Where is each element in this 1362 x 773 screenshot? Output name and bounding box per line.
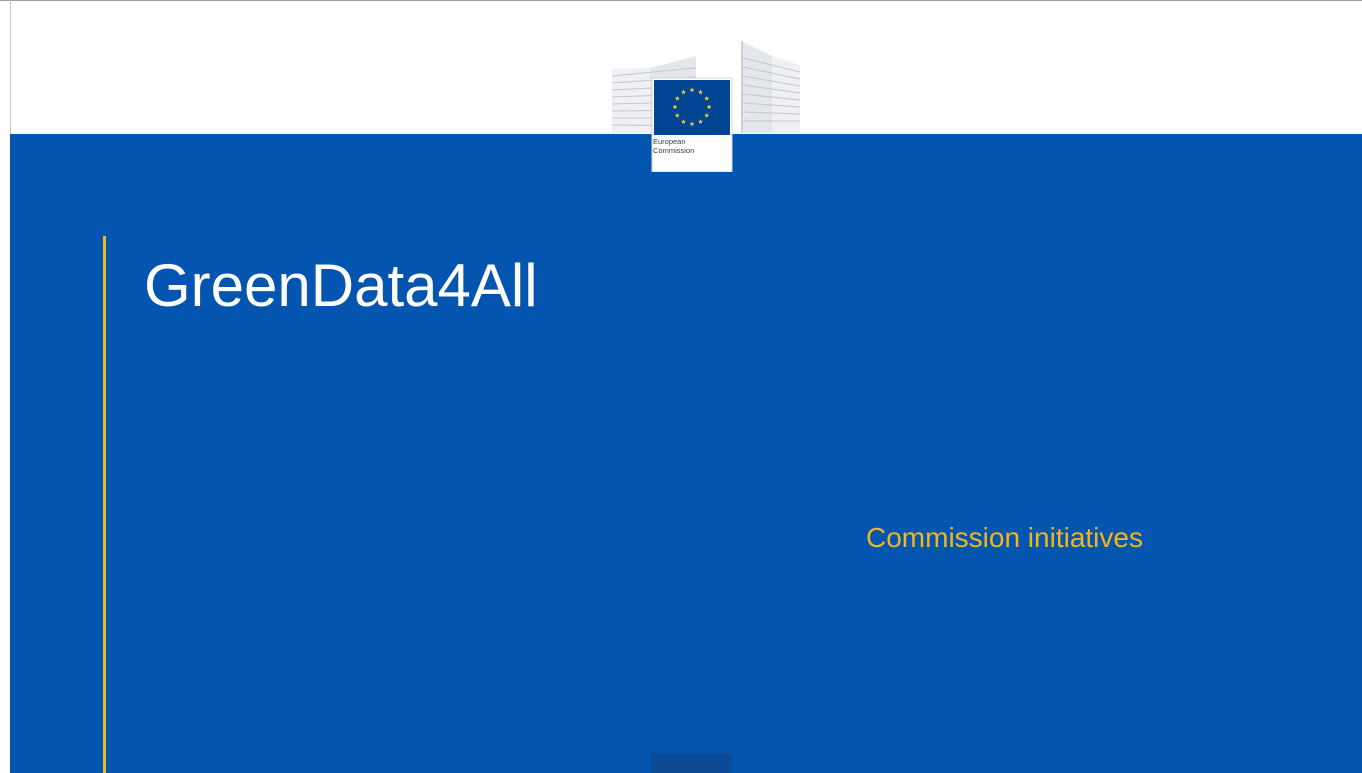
left-divider xyxy=(10,0,11,134)
blue-background-band xyxy=(10,134,1362,773)
accent-line xyxy=(103,236,106,773)
slide: European Commission GreenData4All Commis… xyxy=(0,0,1362,773)
slide-title: GreenData4All xyxy=(144,252,538,319)
logo-caption: European Commission xyxy=(653,137,729,155)
top-divider xyxy=(0,0,1362,1)
slide-subtitle: Commission initiatives xyxy=(866,522,1143,553)
bottom-tab xyxy=(651,753,732,773)
logo-caption-line2: Commission xyxy=(653,145,695,155)
